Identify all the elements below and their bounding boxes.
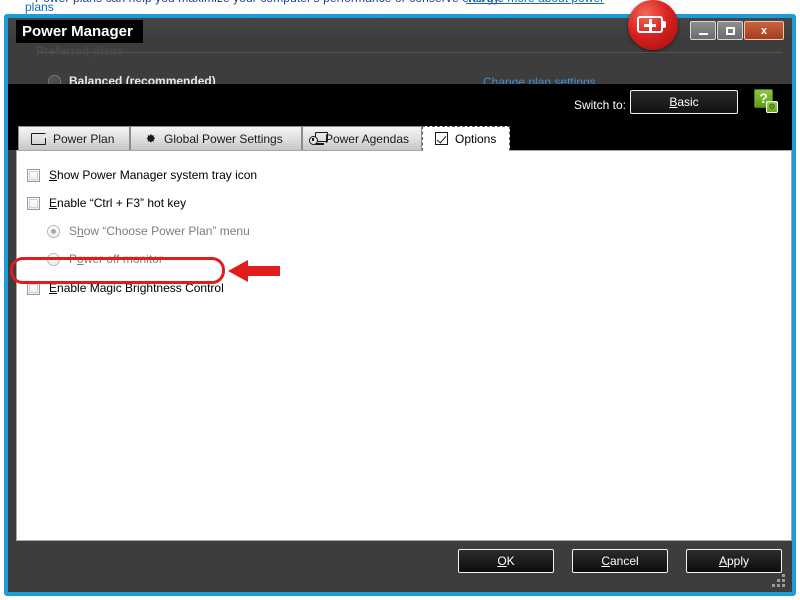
power-manager-window: x Preferred plans Balanced (recommended)… [4,14,796,596]
screenshot-root: Power plans can help you maximize your c… [0,0,800,600]
ok-button[interactable]: OK [458,549,554,573]
resize-grip[interactable] [772,574,786,588]
gear-icon [143,132,157,146]
close-button[interactable]: x [744,21,784,40]
tab-label: Options [455,131,497,146]
dialog-footer: OK Cancel Apply [8,541,792,592]
battery-plus-icon [628,0,678,50]
basic-accel: B [669,95,678,109]
apply-button[interactable]: Apply [686,549,782,573]
monitor-clock-icon [308,132,328,145]
option-show-tray-icon[interactable]: Show Power Manager system tray icon [27,168,257,182]
option-label: Enable “Ctrl + F3” hot key [49,196,187,210]
help-badge-icon: ⚙ [766,101,778,113]
options-panel: Show Power Manager system tray icon Enab… [16,150,792,541]
option-show-choose-power-plan-menu[interactable]: Show “Choose Power Plan” menu [47,224,250,238]
tab-strip: Power Plan Global Power Settings Power A… [8,126,792,151]
tab-label: Global Power Settings [164,131,283,146]
tab-power-agendas[interactable]: Power Agendas [302,126,422,150]
annotation-highlight-box [10,257,225,284]
switch-to-band: Switch to: Basic ? ⚙ [8,84,792,126]
document-icon [31,132,46,145]
background-plans-word[interactable]: plans [25,0,54,14]
checkbox-show-tray-icon[interactable] [27,168,40,182]
minimize-icon [698,32,708,35]
switch-to-basic-button[interactable]: Basic [630,90,738,114]
battery-tip [662,21,666,28]
tab-options[interactable]: Options [422,126,510,151]
maximize-button[interactable] [717,21,743,40]
annotation-arrow-icon [228,260,280,282]
background-clipped-body: Power plans can help you maximize your c… [35,0,502,5]
tab-power-plan[interactable]: Power Plan [18,126,130,150]
maximize-icon [725,26,735,35]
tab-label: Power Plan [53,131,115,146]
clock-face [308,136,318,145]
window-controls: x [690,21,784,40]
checkbox-enable-hotkey[interactable] [27,196,40,210]
option-label: Show Power Manager system tray icon [49,168,258,182]
power-manager-callout-label: Power Manager [16,20,143,43]
tab-global-power-settings[interactable]: Global Power Settings [130,126,302,150]
window-inner: x Preferred plans Balanced (recommended)… [8,18,792,592]
header-divider [38,52,782,53]
radio-show-choose-power-plan-menu[interactable] [47,224,60,238]
tab-label: Power Agendas [324,131,409,146]
option-label: Show “Choose Power Plan” menu [69,224,250,238]
background-clipped-link[interactable]: Tell me more about power [466,0,604,5]
battery-plus-vertical [648,19,652,31]
switch-to-label: Switch to: [573,98,626,112]
minimize-button[interactable] [690,21,716,40]
cancel-button[interactable]: Cancel [572,549,668,573]
option-enable-hotkey[interactable]: Enable “Ctrl + F3” hot key [27,196,186,210]
help-question-icon[interactable]: ? ⚙ [754,89,778,113]
checkbox-icon [435,132,448,145]
preferred-plans-heading: Preferred plans [36,44,125,58]
basic-rest: asic [677,95,699,109]
